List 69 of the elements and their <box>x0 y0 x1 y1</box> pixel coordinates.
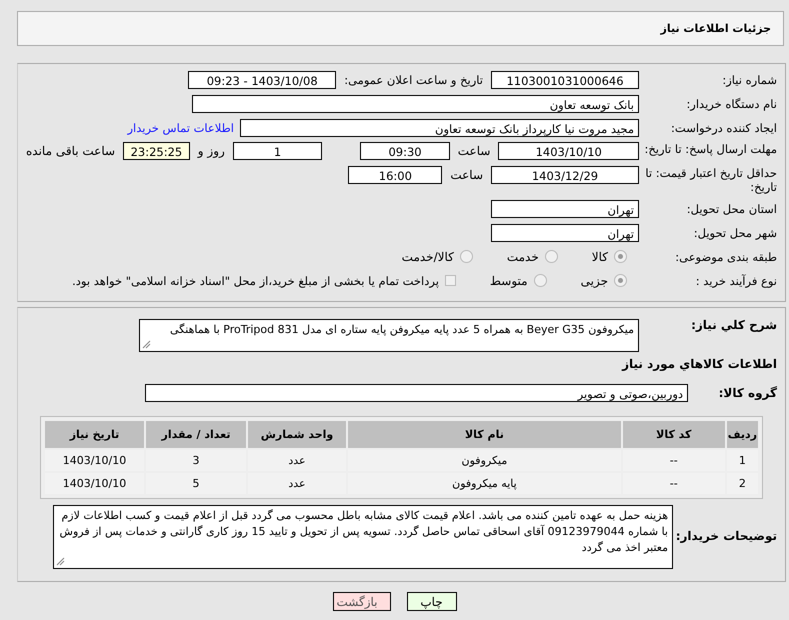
field-label: گروه کالا: <box>718 386 778 400</box>
time-field: 16:00 <box>348 166 442 184</box>
column-header: تعداد / مقدار <box>146 421 246 448</box>
radio-button[interactable] <box>534 274 547 287</box>
field-label: نام دستگاه خریدار: <box>685 96 778 110</box>
field-label: توضیحات خریدار: <box>674 528 778 543</box>
resize-grip-icon[interactable] <box>56 557 65 566</box>
column-header: ردیف <box>726 421 758 448</box>
days-label: روز و <box>198 143 225 160</box>
field-label: شرح کلي نياز: <box>690 318 778 332</box>
need-number-field: 1103001031000646 <box>491 70 639 88</box>
date-field: 1403/12/29 <box>491 166 639 184</box>
table-cell: عدد <box>248 473 346 494</box>
notes-textarea[interactable]: هزینه حمل به عهده تامین کننده می باشد. اعلام قیمت کالای مشابه باطل محسوب می گردد قبل از اعلام قیمت و کسب اطلاعات لازم با شماره 09123979044 آقای اسحاقی تماس حاصل گردد. تسویه پس از تحویل و تایید 15 روز کاری گارانتی و خدمات پس از فروش معتبر اخذ می گردد <box>53 505 673 569</box>
field-label: استان محل تحویل: <box>686 202 778 216</box>
column-header: کد کالا <box>622 421 725 448</box>
table-cell: میکروفون <box>348 450 621 471</box>
goods-group-field: دوربین،صوتی و تصویر <box>145 384 688 402</box>
city-field: تهران <box>491 224 639 242</box>
resize-grip-icon[interactable] <box>142 340 151 349</box>
province-field: تهران <box>491 200 639 218</box>
field-label: تاریخ و ساعت اعلان عمومی: <box>344 72 483 86</box>
time-label: ساعت <box>450 167 483 184</box>
radio-label: متوسط <box>490 274 528 288</box>
column-header: واحد شمارش <box>248 421 346 448</box>
radio-label: خدمت <box>506 250 539 264</box>
radio-button[interactable] <box>614 274 627 287</box>
remaining-time-field: 23:25:25 <box>123 142 190 160</box>
field-label: حداقل تاریخ اعتبار قیمت: تا تاریخ: <box>644 166 778 194</box>
column-header: تاریخ نیاز <box>45 421 144 448</box>
table-cell: پایه میکروفون <box>348 473 621 494</box>
field-label: طبقه بندی موضوعی: <box>674 250 778 264</box>
table-cell: -- <box>622 450 725 471</box>
table-cell: -- <box>622 473 725 494</box>
remaining-label: ساعت باقی مانده <box>26 143 116 160</box>
time-label: ساعت <box>458 143 490 160</box>
days-field: 1 <box>232 142 322 160</box>
page-title: جزئیات اطلاعات نیاز <box>660 22 771 35</box>
date-field: 1403/10/10 <box>498 142 639 160</box>
field-label: نوع فرآیند خرید : <box>694 274 778 288</box>
radio-button[interactable] <box>614 250 627 263</box>
radio-label: جزیی <box>580 274 608 288</box>
announce-date-field: 1403/10/08 - 09:23 <box>188 70 336 88</box>
field-label: مهلت ارسال پاسخ: تا تاریخ: <box>643 142 778 156</box>
table-cell: 1403/10/10 <box>45 473 144 494</box>
table-cell: عدد <box>248 450 346 471</box>
column-header: نام کالا <box>348 421 621 448</box>
radio-button[interactable] <box>544 250 558 263</box>
print-button[interactable]: چاپ <box>406 592 456 611</box>
table-cell: 3 <box>146 450 246 471</box>
table-cell: 5 <box>146 473 246 494</box>
radio-label: کالا <box>592 250 608 264</box>
field-label: شهر محل تحویل: <box>692 226 778 240</box>
contact-link[interactable]: اطلاعات تماس خریدار <box>127 120 234 134</box>
field-label: ایجاد کننده درخواست: <box>670 120 778 134</box>
table-cell: 1403/10/10 <box>45 450 144 471</box>
radio-label: کالا/خدمت <box>402 250 454 264</box>
radio-button[interactable] <box>460 250 473 263</box>
table-cell: 1 <box>726 450 758 471</box>
back-button[interactable]: بازگشت <box>332 592 390 611</box>
creator-field: مجید مروت نیا کارپرداز بانک توسعه تعاون <box>240 118 639 136</box>
table-cell: 2 <box>726 473 758 494</box>
summary-textarea[interactable]: میکروفون Beyer G35 به همراه 5 عدد پایه میکروفن پایه ستاره ای مدل ProTripod 831 با هماهنگی <box>139 319 639 352</box>
buyer-field: بانک توسعه تعاون <box>192 94 639 112</box>
section-heading: اطلاعات کالاهاي مورد نياز <box>620 357 778 371</box>
field-label: شماره نیاز: <box>721 72 778 86</box>
time-field: 09:30 <box>360 142 450 160</box>
checkbox-label: پرداخت تمام یا بخشی از مبلغ خرید،از محل "اسناد خزانه اسلامی" خواهد بود. <box>72 274 439 288</box>
checkbox[interactable] <box>444 275 456 286</box>
